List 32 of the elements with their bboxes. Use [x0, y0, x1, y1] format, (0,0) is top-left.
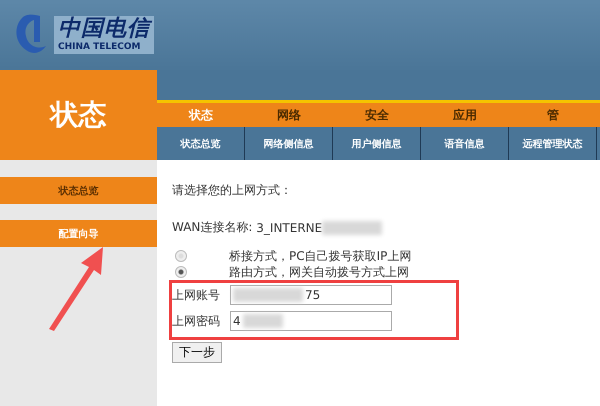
- field-label: 上网账号: [172, 286, 221, 304]
- option-label: 桥接方式，PC自己拨号获取IP上网: [229, 248, 412, 264]
- input-field[interactable]: 75: [230, 285, 392, 305]
- sub-tab[interactable]: 远程管理状态: [509, 127, 597, 160]
- redaction-blur: [322, 220, 382, 234]
- field-value: 75: [305, 288, 320, 302]
- redaction-blur: [242, 314, 283, 328]
- logo-name: 中国电信: [58, 18, 150, 40]
- nav-tab[interactable]: 应用: [421, 103, 509, 127]
- section-title: 状态: [0, 70, 157, 160]
- sub-tab[interactable]: 语音信息: [421, 127, 509, 160]
- sidebar-item[interactable]: 配置向导: [0, 220, 157, 247]
- logo-subtitle: CHINA TELECOM: [58, 42, 142, 52]
- sub-tab[interactable]: 用户侧信息: [333, 127, 421, 160]
- sub-tab[interactable]: 状态总览: [157, 127, 245, 160]
- wan-name-value: 3_INTERNE: [256, 220, 322, 234]
- sidebar-item[interactable]: 状态总览: [0, 177, 157, 204]
- wan-name-label: WAN连接名称:: [172, 219, 252, 236]
- option-label: 路由方式，网关自动拨号方式上网: [229, 264, 409, 280]
- field-label: 上网密码: [172, 312, 221, 330]
- radio-button[interactable]: [175, 266, 187, 278]
- input-field[interactable]: 4: [230, 311, 392, 331]
- nav-tab[interactable]: 安全: [333, 103, 421, 127]
- nav-tab[interactable]: 网络: [245, 103, 333, 127]
- sub-tab[interactable]: 网络侧信息: [245, 127, 333, 160]
- nav-tab[interactable]: 管: [509, 103, 597, 127]
- radio-button[interactable]: [175, 250, 187, 262]
- prompt-text: 请选择您的上网方式：: [172, 182, 292, 199]
- field-value: 4: [233, 314, 241, 328]
- redaction-blur: [233, 288, 303, 302]
- next-button[interactable]: 下一步: [172, 342, 222, 363]
- nav-tab[interactable]: 状态: [157, 103, 245, 127]
